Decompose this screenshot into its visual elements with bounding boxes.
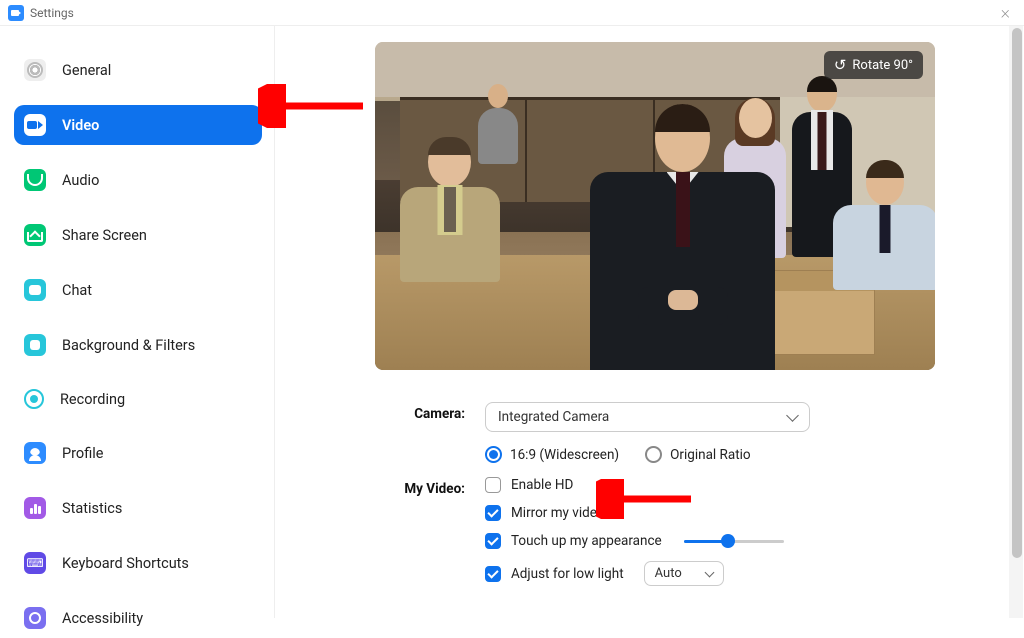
camera-label: Camera: xyxy=(375,402,465,422)
sidebar-item-label: Share Screen xyxy=(62,227,147,244)
sidebar-item-label: Statistics xyxy=(62,500,122,517)
touchup-label: Touch up my appearance xyxy=(511,533,662,549)
mirror-label: Mirror my video xyxy=(511,505,605,521)
ratio-widescreen-label: 16:9 (Widescreen) xyxy=(510,447,619,463)
titlebar: Settings × xyxy=(0,0,1024,26)
touch-up-option[interactable]: Touch up my appearance xyxy=(485,533,994,549)
sidebar-item-background-filters[interactable]: Background & Filters xyxy=(14,325,262,365)
ratio-original-option[interactable]: Original Ratio xyxy=(645,446,751,463)
checkbox-icon xyxy=(485,533,501,549)
checkbox-icon xyxy=(485,477,501,493)
camera-value: Integrated Camera xyxy=(498,409,609,425)
lowlight-label: Adjust for low light xyxy=(511,566,624,582)
sidebar-item-label: Video xyxy=(62,117,99,134)
keyboard-icon xyxy=(24,552,46,574)
radio-icon xyxy=(645,446,662,463)
sidebar-item-profile[interactable]: Profile xyxy=(14,433,262,473)
close-button[interactable]: × xyxy=(995,2,1016,23)
lowlight-mode-value: Auto xyxy=(655,566,682,581)
sidebar-item-video[interactable]: Video xyxy=(14,105,262,145)
video-preview: Rotate 90° xyxy=(375,42,935,370)
ratio-original-label: Original Ratio xyxy=(670,447,751,463)
sidebar-item-recording[interactable]: Recording xyxy=(14,380,262,418)
sidebar-item-audio[interactable]: Audio xyxy=(14,160,262,200)
background-icon xyxy=(24,334,46,356)
checkbox-icon xyxy=(485,566,501,582)
settings-main: Rotate 90° Camera: Integrated Camera 16:… xyxy=(275,26,1024,618)
sidebar-item-chat[interactable]: Chat xyxy=(14,270,262,310)
sidebar-item-label: Background & Filters xyxy=(62,337,195,354)
sidebar-item-label: Accessibility xyxy=(62,610,143,627)
ratio-widescreen-option[interactable]: 16:9 (Widescreen) xyxy=(485,446,619,463)
myvideo-label: My Video: xyxy=(375,477,465,497)
checkbox-icon xyxy=(485,505,501,521)
app-icon xyxy=(8,5,24,21)
sidebar-item-label: Chat xyxy=(62,282,92,299)
enable-hd-label: Enable HD xyxy=(511,477,573,493)
sidebar-item-label: Audio xyxy=(62,172,99,189)
statistics-icon xyxy=(24,497,46,519)
sidebar-item-label: General xyxy=(62,62,111,79)
sidebar-item-label: Keyboard Shortcuts xyxy=(62,555,189,572)
rotate-label: Rotate 90° xyxy=(852,58,913,73)
share-screen-icon xyxy=(24,224,46,246)
enable-hd-option[interactable]: Enable HD xyxy=(485,477,994,493)
mirror-video-option[interactable]: Mirror my video xyxy=(485,505,994,521)
sidebar-item-keyboard-shortcuts[interactable]: Keyboard Shortcuts xyxy=(14,543,262,583)
low-light-option[interactable]: Adjust for low light Auto xyxy=(485,561,994,586)
sidebar-item-label: Recording xyxy=(60,391,125,408)
accessibility-icon xyxy=(24,607,46,629)
profile-icon xyxy=(24,442,46,464)
rotate-button[interactable]: Rotate 90° xyxy=(824,51,923,79)
video-icon xyxy=(24,114,46,136)
chat-icon xyxy=(24,279,46,301)
lowlight-mode-select[interactable]: Auto xyxy=(644,561,724,586)
sidebar-item-label: Profile xyxy=(62,445,103,462)
touchup-slider[interactable] xyxy=(684,540,784,543)
settings-sidebar: General Video Audio Share Screen Chat Ba… xyxy=(0,26,275,618)
recording-icon xyxy=(24,389,44,409)
camera-select[interactable]: Integrated Camera xyxy=(485,402,810,432)
scrollbar-thumb[interactable] xyxy=(1012,28,1022,558)
sidebar-item-general[interactable]: General xyxy=(14,50,262,90)
window-title: Settings xyxy=(30,6,74,20)
headphones-icon xyxy=(24,169,46,191)
sidebar-item-accessibility[interactable]: Accessibility xyxy=(14,598,262,638)
gear-icon xyxy=(24,59,46,81)
radio-icon xyxy=(485,446,502,463)
sidebar-item-share-screen[interactable]: Share Screen xyxy=(14,215,262,255)
sidebar-item-statistics[interactable]: Statistics xyxy=(14,488,262,528)
